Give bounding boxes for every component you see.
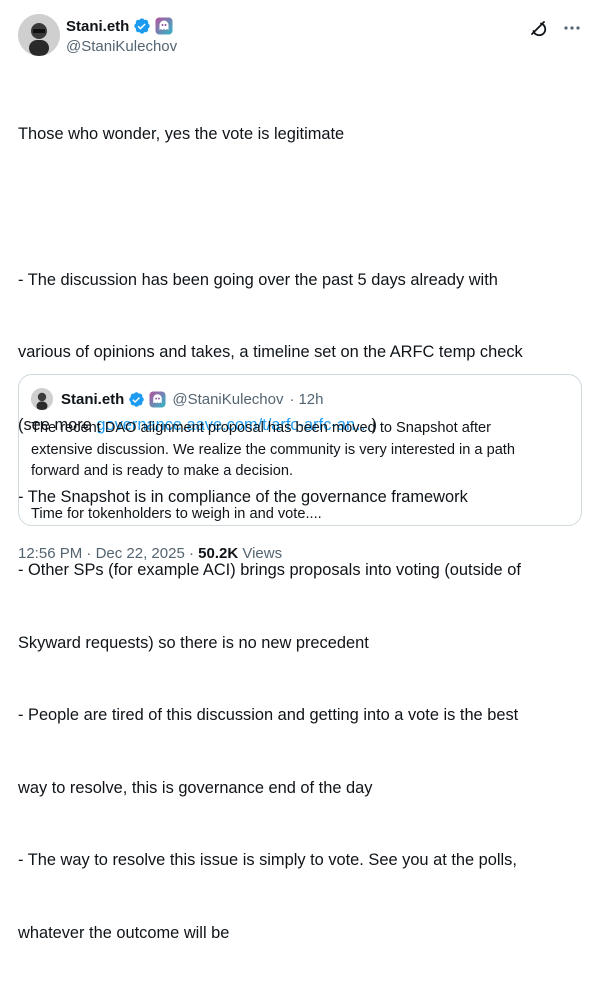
- quote-header: Stani.eth @StaniKulechov · 12h: [31, 388, 324, 410]
- text-line: whatever the outcome will be: [18, 924, 230, 943]
- text-line: Skyward requests) so there is no new pre…: [18, 633, 369, 652]
- verified-badge-icon[interactable]: [128, 391, 145, 408]
- quote-text: The recent DAO alignment proposal has be…: [31, 418, 571, 526]
- handle[interactable]: @StaniKulechov: [66, 38, 177, 55]
- display-name[interactable]: Stani.eth: [66, 18, 129, 35]
- text-line: - The discussion has been going over the…: [18, 270, 498, 289]
- post-time[interactable]: 12:56 PM: [18, 545, 82, 562]
- quote-handle[interactable]: @StaniKulechov: [172, 391, 283, 408]
- text-line: way to resolve, this is governance end o…: [18, 778, 373, 797]
- author-names: Stani.eth @StaniKulechov: [66, 16, 177, 55]
- text-line: - The way to resolve this issue is simpl…: [18, 851, 517, 870]
- tweet-header: Stani.eth @StaniKulechov: [18, 14, 582, 58]
- verified-badge-icon[interactable]: [133, 17, 151, 35]
- header-actions: [528, 18, 582, 38]
- text-line: - People are tired of this discussion an…: [18, 706, 519, 725]
- post-date[interactable]: Dec 22, 2025: [96, 545, 185, 562]
- quote-line: The recent DAO alignment proposal has be…: [31, 420, 491, 436]
- quote-display-name[interactable]: Stani.eth: [61, 391, 124, 408]
- quoted-tweet[interactable]: Stani.eth @StaniKulechov · 12h The recen…: [18, 374, 582, 526]
- quote-line: Time for tokenholders to weigh in and vo…: [31, 506, 322, 522]
- text-line: Those who wonder, yes the vote is legiti…: [18, 125, 345, 144]
- tweet-text: Those who wonder, yes the vote is legiti…: [18, 74, 578, 994]
- ghost-logo-icon[interactable]: [155, 17, 173, 35]
- quote-time[interactable]: 12h: [298, 391, 323, 408]
- footer-separator: ·: [188, 545, 194, 562]
- tweet-footer: 12:56 PM · Dec 22, 2025 · 50.2K Views: [18, 545, 282, 562]
- ghost-logo-icon[interactable]: [149, 390, 166, 408]
- text-line: various of opinions and takes, a timelin…: [18, 343, 523, 362]
- footer-separator: ·: [86, 545, 92, 562]
- more-options-icon[interactable]: [562, 18, 582, 38]
- avatar[interactable]: [18, 14, 60, 56]
- views-count: 50.2K: [198, 545, 239, 562]
- quote-avatar[interactable]: [31, 388, 53, 410]
- quote-line: extensive discussion. We realize the com…: [31, 441, 515, 458]
- tweet: Stani.eth @StaniKulechov Those who wonde…: [0, 0, 596, 942]
- quote-line: forward and is ready to make a decision.: [31, 463, 294, 479]
- views-label: Views: [242, 545, 283, 562]
- grok-icon[interactable]: [528, 18, 548, 38]
- quote-separator: ·: [289, 390, 295, 408]
